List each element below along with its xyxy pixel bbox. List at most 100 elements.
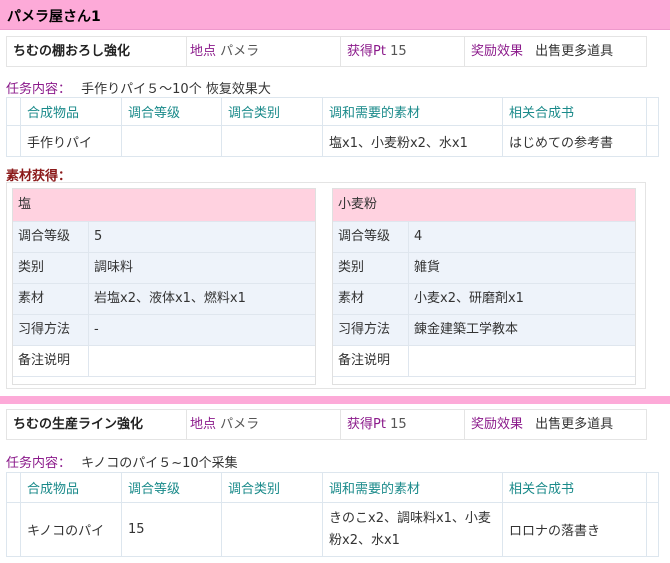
header-book: 相关合成书 <box>502 472 647 503</box>
row-key: 素材 <box>333 284 409 314</box>
header-item: 合成物品 <box>20 97 122 126</box>
material-name: 小麦粉 <box>333 189 635 221</box>
header-level: 调合等级 <box>121 97 222 126</box>
material-row: 素材 岩塩x2、液体x1、燃料x1 <box>13 283 315 314</box>
reward-value: 出售更多道具 <box>535 417 614 432</box>
page-title-bar: パメラ屋さん1 <box>0 0 670 30</box>
cell-level: 15 <box>121 502 222 557</box>
material-row: 习得方法 錬金建築工学教本 <box>333 314 635 345</box>
points-label: 获得Pt <box>347 44 386 59</box>
table-spacer <box>6 97 21 126</box>
row-key: 素材 <box>13 284 89 314</box>
cell-category <box>221 125 323 157</box>
table-spacer <box>646 502 659 557</box>
reward-label: 奖励效果 <box>471 44 524 59</box>
material-row: 类别 雑貨 <box>333 252 635 283</box>
location-label: 地点 <box>190 417 217 432</box>
table-spacer <box>6 472 21 503</box>
cell-level <box>121 125 222 157</box>
row-value: 小麦x2、研磨剤x1 <box>414 291 524 306</box>
reward-value: 出售更多道具 <box>535 44 614 59</box>
material-row: 调合等级 4 <box>333 221 635 252</box>
header-materials: 调和需要的素材 <box>322 97 503 126</box>
material-row: 类别 調味料 <box>13 252 315 283</box>
header-item: 合成物品 <box>20 472 122 503</box>
material-row-spacer <box>333 376 635 384</box>
table-header-row: 合成物品 调合等级 调合类别 调和需要的素材 相关合成书 <box>6 97 659 126</box>
cell-item: 手作りパイ <box>20 125 122 157</box>
points-cell: 获得Pt 15 <box>341 37 465 66</box>
row-key: 调合等级 <box>333 222 409 252</box>
task-line: 任务内容： 手作りパイ５～10个 恢复效果大 <box>6 78 271 97</box>
cell-item: キノコのパイ <box>20 502 122 557</box>
row-key: 调合等级 <box>13 222 89 252</box>
table-spacer <box>6 125 21 157</box>
table-spacer <box>646 472 659 503</box>
location-value: パメラ <box>220 417 260 432</box>
cell-book: ロロナの落書き <box>502 502 647 557</box>
cell-materials: 塩x1、小麦粉x2、水x1 <box>322 125 503 157</box>
points-value: 15 <box>390 44 407 59</box>
row-key: 类别 <box>13 253 89 283</box>
header-materials: 调和需要的素材 <box>322 472 503 503</box>
material-row: 备注说明 <box>333 345 635 376</box>
quest-name: ちむの棚おろし強化 <box>7 37 187 66</box>
material-row: 习得方法 - <box>13 314 315 345</box>
material-row: 备注说明 <box>13 345 315 376</box>
table-spacer <box>646 125 659 157</box>
task-text: 手作りパイ５～10个 恢复效果大 <box>81 82 271 97</box>
header-category: 调合类别 <box>221 97 323 126</box>
row-value: 雑貨 <box>414 260 441 275</box>
points-value: 15 <box>390 417 407 432</box>
material-card: 塩 调合等级 5 类别 調味料 素材 岩塩x2、液体x1、燃料x1 习得方法 - 备注说… <box>12 188 316 385</box>
quest-summary-row: ちむの棚おろし強化 地点 パメラ 获得Pt 15 奖励效果 出售更多道具 <box>6 36 647 67</box>
reward-cell: 奖励效果 出售更多道具 <box>465 410 648 439</box>
points-cell: 获得Pt 15 <box>341 410 465 439</box>
material-row: 调合等级 5 <box>13 221 315 252</box>
points-label: 获得Pt <box>347 417 386 432</box>
table-spacer <box>6 502 21 557</box>
task-label: 任务内容： <box>6 456 72 471</box>
header-level: 调合等级 <box>121 472 222 503</box>
header-book: 相关合成书 <box>502 97 647 126</box>
row-value: 岩塩x2、液体x1、燃料x1 <box>94 291 246 306</box>
row-value: 5 <box>94 229 103 244</box>
cell-materials: きのこx2、調味料x1、小麦粉x2、水x1 <box>322 502 503 557</box>
material-name: 塩 <box>13 189 315 221</box>
location-cell: 地点 パメラ <box>187 37 341 66</box>
section-divider <box>0 396 670 404</box>
recipe-table: 合成物品 调合等级 调合类别 调和需要的素材 相关合成书 キノコのパイ 15 き… <box>6 472 659 557</box>
reward-label: 奖励效果 <box>471 417 524 432</box>
row-value: 調味料 <box>94 260 134 275</box>
table-spacer <box>646 97 659 126</box>
row-key: 习得方法 <box>333 315 409 345</box>
location-value: パメラ <box>220 44 260 59</box>
material-card: 小麦粉 调合等级 4 类别 雑貨 素材 小麦x2、研磨剤x1 习得方法 錬金建築工学教本… <box>332 188 636 385</box>
task-label: 任务内容： <box>6 82 72 97</box>
table-row: キノコのパイ 15 きのこx2、調味料x1、小麦粉x2、水x1 ロロナの落書き <box>6 502 659 557</box>
table-header-row: 合成物品 调合等级 调合类别 调和需要的素材 相关合成书 <box>6 472 659 503</box>
task-line: 任务内容： キノコのパイ５~10个采集 <box>6 452 238 471</box>
row-value: 錬金建築工学教本 <box>414 322 519 337</box>
quest-summary-row: ちむの生産ライン強化 地点 パメラ 获得Pt 15 奖励效果 出售更多道具 <box>6 409 647 440</box>
materials-panel: 塩 调合等级 5 类别 調味料 素材 岩塩x2、液体x1、燃料x1 习得方法 - 备注说… <box>6 182 646 389</box>
location-cell: 地点 パメラ <box>187 410 341 439</box>
header-category: 调合类别 <box>221 472 323 503</box>
table-row: 手作りパイ 塩x1、小麦粉x2、水x1 はじめての参考書 <box>6 125 659 157</box>
quest-name: ちむの生産ライン強化 <box>7 410 187 439</box>
task-text: キノコのパイ５~10个采集 <box>81 456 238 471</box>
material-row-spacer <box>13 376 315 384</box>
row-key: 习得方法 <box>13 315 89 345</box>
row-value: - <box>94 322 99 337</box>
page-title: パメラ屋さん1 <box>7 9 101 25</box>
reward-cell: 奖励效果 出售更多道具 <box>465 37 648 66</box>
row-key: 备注说明 <box>13 346 89 376</box>
recipe-table: 合成物品 调合等级 调合类别 调和需要的素材 相关合成书 手作りパイ 塩x1、小… <box>6 97 659 157</box>
material-row: 素材 小麦x2、研磨剤x1 <box>333 283 635 314</box>
row-value: 4 <box>414 229 423 244</box>
location-label: 地点 <box>190 44 217 59</box>
row-key: 备注说明 <box>333 346 409 376</box>
cell-category <box>221 502 323 557</box>
cell-book: はじめての参考書 <box>502 125 647 157</box>
row-key: 类别 <box>333 253 409 283</box>
